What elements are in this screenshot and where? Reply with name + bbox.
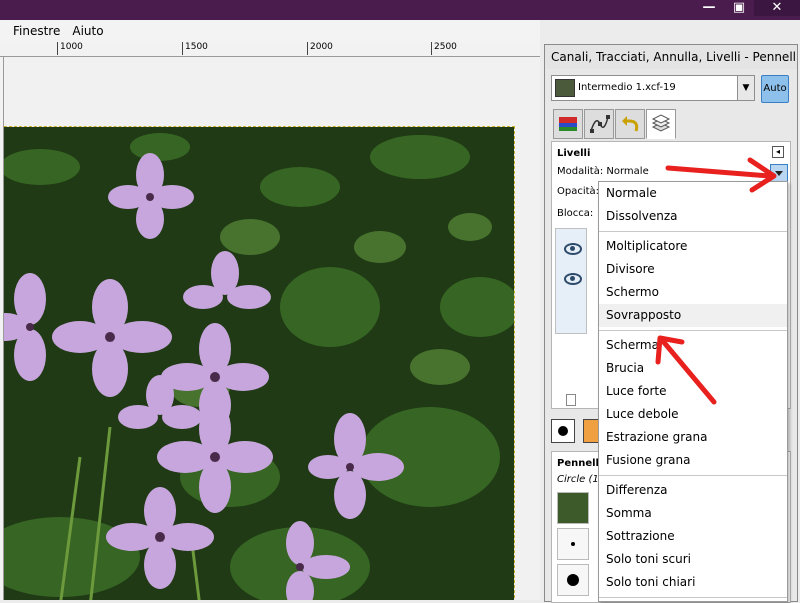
image-canvas[interactable]: [4, 57, 540, 600]
ruler-tick: 2500: [431, 42, 457, 55]
layer-list: [555, 228, 587, 334]
dock-tabs: [553, 109, 677, 139]
auto-button[interactable]: Auto: [761, 75, 789, 103]
brush-preview[interactable]: [551, 419, 575, 443]
eye-icon[interactable]: [564, 243, 582, 255]
menu-aiuto[interactable]: Aiuto: [66, 20, 109, 42]
ruler-tick: 2000: [307, 42, 333, 55]
opacity-label: Opacità:: [557, 186, 600, 197]
new-layer-icon[interactable]: [566, 394, 576, 406]
mode-option[interactable]: Solo toni scuri: [599, 548, 787, 571]
mode-option[interactable]: Estrazione grana: [599, 426, 787, 449]
menu-separator: [599, 231, 787, 232]
mode-option[interactable]: Dissolvenza: [599, 205, 787, 228]
mode-option[interactable]: Somma: [599, 502, 787, 525]
image-thumbnail: [555, 79, 575, 97]
menubar: Finestre Aiuto: [0, 20, 540, 42]
mode-option[interactable]: Differenza: [599, 479, 787, 502]
photo-illustration: [4, 127, 520, 600]
menu-finestre[interactable]: Finestre: [0, 20, 66, 42]
brushes-title: Pennelli: [557, 458, 603, 469]
layers-title: Livelli: [557, 148, 591, 159]
mode-label-text: Modalità:: [557, 166, 604, 177]
mode-value[interactable]: Normale: [606, 166, 648, 177]
image-selector-dropdown[interactable]: ▼: [737, 75, 755, 101]
menu-separator: [599, 597, 787, 598]
window-titlebar: — ▣ ✕: [0, 0, 800, 20]
large-brush-icon: [567, 574, 579, 586]
close-button[interactable]: ✕: [754, 0, 800, 16]
gradient-swatch[interactable]: [583, 419, 599, 443]
layers-tab[interactable]: [646, 109, 676, 139]
ruler-tick: 1500: [182, 42, 208, 55]
mode-option[interactable]: Sovrapposto: [599, 304, 787, 327]
mode-option[interactable]: Solo toni chiari: [599, 571, 787, 594]
mode-option[interactable]: Sottrazione: [599, 525, 787, 548]
lock-label: Blocca:: [557, 208, 594, 219]
undo-icon: [622, 116, 639, 132]
channels-tab[interactable]: [553, 109, 583, 139]
paths-icon: [590, 115, 610, 133]
paths-tab[interactable]: [584, 109, 614, 139]
maximize-button[interactable]: ▣: [724, 0, 754, 16]
mode-option[interactable]: Schermo: [599, 281, 787, 304]
annotation-arrow-up: [655, 335, 717, 405]
brush-thumb[interactable]: [557, 564, 589, 596]
mode-option[interactable]: Divisore: [599, 258, 787, 281]
window-controls: — ▣ ✕: [694, 0, 800, 17]
dock-title: Canali, Tracciati, Annulla, Livelli - Pe…: [545, 45, 797, 69]
layers-icon: [651, 114, 671, 132]
eye-icon[interactable]: [564, 273, 582, 285]
mode-option[interactable]: Tonalità: [599, 601, 787, 602]
undo-tab[interactable]: [615, 109, 645, 139]
annotation-arrow-right: [665, 157, 777, 193]
circle-brush-icon: [558, 426, 568, 436]
brush-thumb[interactable]: [557, 492, 589, 524]
flower-photo: [4, 126, 520, 600]
small-brush-icon: [571, 542, 575, 546]
mode-option[interactable]: Fusione grana: [599, 449, 787, 472]
dock-title-text: Canali, Tracciati, Annulla, Livelli - Pe…: [551, 50, 797, 64]
mode-option[interactable]: Moltiplicatore: [599, 235, 787, 258]
mode-label: Modalità: Normale: [557, 166, 649, 177]
image-selector[interactable]: Intermedio 1.xcf-19: [551, 75, 749, 101]
ruler-tick: 1000: [57, 42, 83, 55]
image-selector-label: Intermedio 1.xcf-19: [578, 82, 676, 93]
horizontal-ruler: 1000 1500 2000 2500: [0, 42, 540, 57]
channels-icon: [559, 117, 577, 131]
menu-separator: [599, 475, 787, 476]
minimize-button[interactable]: —: [694, 0, 724, 16]
brush-thumb[interactable]: [557, 528, 589, 560]
